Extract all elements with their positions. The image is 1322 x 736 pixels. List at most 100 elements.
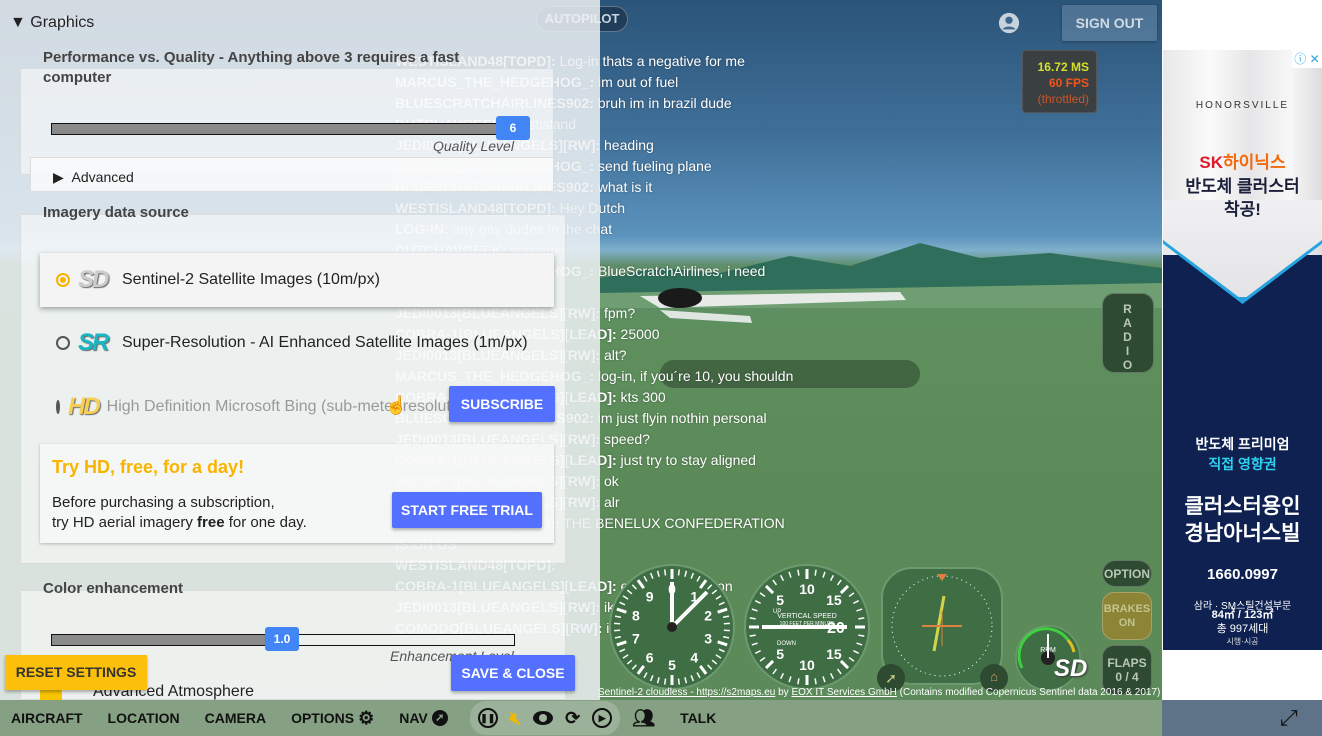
ad-builder-text: 삼라 · SM스틸건설부문 <box>1193 601 1292 612</box>
players-icon[interactable]: 👥︎ <box>632 708 655 729</box>
ad-builder-label: 시행·시공 <box>1226 637 1259 646</box>
bottom-toolbar: AIRCRAFT LOCATION CAMERA OPTIONS ⚙ NAV ➚ ❚… <box>0 700 1162 736</box>
ad-brand: HONORSVILLE <box>1195 100 1290 111</box>
fps: 60 FPS <box>1048 76 1089 90</box>
chat-text: kts 300 <box>620 389 666 405</box>
ad-units: 총 997세대 <box>1216 623 1269 635</box>
gauge-number: 2 <box>704 607 712 623</box>
gauge-number: 4 <box>690 650 698 666</box>
trial-free: free <box>197 514 225 531</box>
chat-text: 25000 <box>620 326 660 342</box>
chat-text: fpm? <box>604 305 636 321</box>
mouse-cursor-icon: ☝ <box>385 395 408 415</box>
quality-slider[interactable]: 6 <box>51 116 530 140</box>
enhancement-slider[interactable]: 1.0 <box>51 627 515 651</box>
compass-icon: ➚ <box>431 710 448 726</box>
gauge-number: 5 <box>668 657 676 673</box>
imagery-badge: SD <box>78 266 109 293</box>
user-account-icon[interactable] <box>998 12 1020 34</box>
chat-text: im just flyin nothin personal <box>597 410 767 426</box>
sign-out-button[interactable]: SIGN OUT <box>1062 5 1157 41</box>
brakes-label: BRAKES <box>1103 603 1151 615</box>
chat-text: im out of fuel <box>598 74 679 90</box>
vs-down: DOWN <box>777 641 796 647</box>
imagery-badge: SR <box>78 329 109 356</box>
imagery-option[interactable]: SD Sentinel-2 Satellite Images (10m/px) <box>40 253 554 307</box>
ad-choices-icon[interactable]: ⓘ ✕ <box>1292 50 1322 68</box>
pause-icon[interactable]: ❚❚ <box>477 708 498 728</box>
option-button[interactable]: OPTION <box>1102 560 1152 587</box>
gauge-number: 10 <box>799 657 815 673</box>
imagery-title: Imagery data source <box>43 204 189 221</box>
graphics-title: Graphics <box>30 14 95 31</box>
start-free-trial-button[interactable]: START FREE TRIAL <box>392 492 542 528</box>
gauge-number: 5 <box>776 646 784 662</box>
chat-text: log-in, if you´re 10, you shouldn <box>598 368 794 384</box>
gauge-number: 5 <box>776 592 784 608</box>
advertisement[interactable]: ⓘ ✕ HONORSVILLE SK하이닉스 반도체 클러스터 착공! 반도체 … <box>1163 50 1322 650</box>
radio-button[interactable]: RADIO <box>1102 293 1154 373</box>
chat-text: alr <box>604 494 620 510</box>
imagery-badge: HD <box>68 393 101 420</box>
gauge-number: 8 <box>632 607 640 623</box>
location-menu[interactable]: LOCATION <box>108 710 180 726</box>
eox-link[interactable]: EOX IT Services GmbH <box>791 687 896 698</box>
view-eye-icon[interactable] <box>533 711 554 725</box>
gauge-number: 15 <box>826 592 842 608</box>
fullscreen-icon[interactable]: ⤢ <box>1280 705 1298 731</box>
play-icon[interactable]: ▶ <box>592 708 613 728</box>
throttled-note: (throttled) <box>1037 92 1089 106</box>
radio-button[interactable] <box>56 336 70 350</box>
vs-20: 20 <box>827 620 845 637</box>
attrib-by: by <box>775 687 792 698</box>
free-trial-box: Try HD, free, for a day! Before purchasi… <box>40 444 554 543</box>
enhancement-knob[interactable]: 1.0 <box>265 627 299 651</box>
graphics-settings-panel: ▼ Graphics Performance vs. Quality - Any… <box>0 0 600 700</box>
vs-title: VERTICAL SPEED <box>777 613 837 620</box>
brakes-button[interactable]: BRAKES ON <box>1102 592 1152 640</box>
ad-line6: 경남아너스빌 <box>1184 522 1301 545</box>
chat-text: bruh im in brazil dude <box>597 95 732 111</box>
attrib-note: (Contains modified Copernicus Sentinel d… <box>896 687 1161 698</box>
options-menu[interactable]: OPTIONS ⚙ <box>291 708 374 729</box>
sd-quality-logo: SD <box>1054 655 1088 682</box>
nav-menu[interactable]: NAV ➚ <box>399 710 448 726</box>
ad-line2: 착공! <box>1224 200 1261 219</box>
quality-knob[interactable]: 6 <box>496 116 530 140</box>
nav-label: NAV <box>399 710 428 726</box>
save-close-button[interactable]: SAVE & CLOSE <box>451 655 575 691</box>
reset-flight-icon[interactable]: ⟳ <box>565 708 580 729</box>
mute-icon[interactable]: 🔇︎ <box>510 708 521 729</box>
imagery-attribution: Sentinel-2 cloudless - https://s2maps.eu… <box>598 687 1160 698</box>
chat-text: send fueling plane <box>598 158 712 174</box>
ad-line4: 직접 영향권 <box>1208 456 1277 472</box>
advanced-toggle[interactable]: ▶ Advanced <box>30 157 554 192</box>
chat-text: what is it <box>597 179 653 195</box>
performance-title: Performance vs. Quality - Anything above… <box>43 49 460 86</box>
flight-scene: Foo online AUTOPILOT WESTISLAND48[TOPD]:… <box>0 0 1162 736</box>
aircraft-menu[interactable]: AIRCRAFT <box>11 710 83 726</box>
graphics-section-toggle[interactable]: ▼ Graphics <box>10 14 94 32</box>
trial-line1: Before purchasing a subscription, <box>52 494 275 511</box>
ad-line1: 반도체 클러스터 <box>1185 177 1300 196</box>
subscribe-button[interactable]: SUBSCRIBE <box>449 386 555 422</box>
altimeter-gauge: 0123456789 <box>609 564 735 690</box>
radio-button[interactable] <box>56 400 60 414</box>
quality-fill <box>52 124 514 134</box>
trial-title: Try HD, free, for a day! <box>52 457 245 477</box>
reset-settings-button[interactable]: RESET SETTINGS <box>5 655 147 690</box>
enhancement-fill <box>52 635 283 645</box>
color-title: Color enhancement <box>43 580 184 597</box>
gauge-number: 7 <box>632 631 640 647</box>
imagery-option[interactable]: SR Super-Resolution - AI Enhanced Satelli… <box>40 316 554 370</box>
gauge-number: 15 <box>826 646 842 662</box>
gear-icon: ⚙ <box>358 707 375 728</box>
talk-button[interactable]: TALK <box>680 710 716 726</box>
gauge-number: 9 <box>646 588 654 604</box>
radio-button[interactable] <box>56 273 70 287</box>
performance-readout: 16.72 MS 60 FPS (throttled) <box>1022 50 1097 113</box>
s2maps-link[interactable]: Sentinel-2 cloudless - https://s2maps.eu <box>598 687 775 698</box>
chat-text: heading <box>604 137 654 153</box>
brakes-state: ON <box>1118 617 1136 629</box>
camera-menu[interactable]: CAMERA <box>205 710 266 726</box>
